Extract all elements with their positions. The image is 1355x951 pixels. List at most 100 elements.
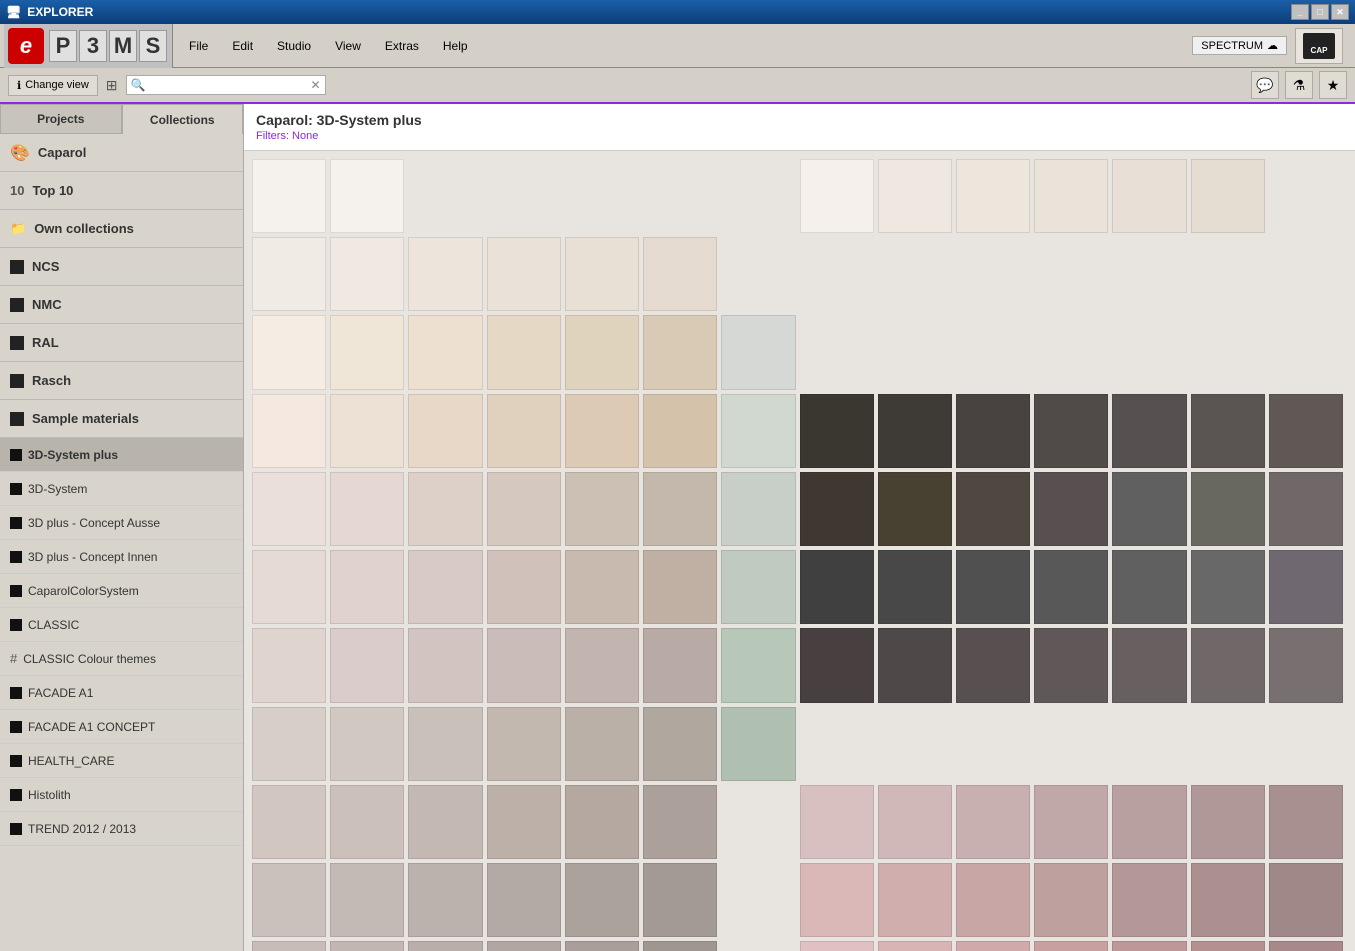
color-swatch[interactable] — [643, 941, 717, 951]
color-swatch[interactable] — [487, 159, 561, 233]
color-swatch[interactable] — [1269, 315, 1343, 389]
color-swatch[interactable] — [1112, 394, 1186, 468]
menu-extras[interactable]: Extras — [381, 37, 423, 55]
color-swatch[interactable] — [643, 785, 717, 859]
collection-item-3d-plus-innen[interactable]: 3D plus - Concept Innen — [0, 540, 243, 574]
color-swatch[interactable] — [487, 707, 561, 781]
color-swatch[interactable] — [252, 159, 326, 233]
color-swatch[interactable] — [878, 550, 952, 624]
color-swatch[interactable] — [956, 628, 1030, 702]
color-swatch[interactable] — [252, 863, 326, 937]
collection-item-classic-colour[interactable]: # CLASSIC Colour themes — [0, 642, 243, 676]
color-swatch[interactable] — [565, 863, 639, 937]
color-swatch[interactable] — [487, 394, 561, 468]
color-swatch[interactable] — [643, 550, 717, 624]
color-swatch[interactable] — [565, 707, 639, 781]
color-swatch[interactable] — [956, 785, 1030, 859]
color-swatch[interactable] — [956, 159, 1030, 233]
color-swatch[interactable] — [878, 159, 952, 233]
color-swatch[interactable] — [643, 472, 717, 546]
sidebar-item-own-collections[interactable]: 📁 Own collections — [0, 210, 243, 248]
color-swatch[interactable] — [1191, 941, 1265, 951]
color-swatch[interactable] — [565, 237, 639, 311]
color-swatch[interactable] — [565, 550, 639, 624]
collection-item-health-care[interactable]: HEALTH_CARE — [0, 744, 243, 778]
color-swatch[interactable] — [408, 628, 482, 702]
color-swatch[interactable] — [330, 628, 404, 702]
color-swatch[interactable] — [721, 628, 795, 702]
color-swatch[interactable] — [1269, 550, 1343, 624]
tab-projects[interactable]: Projects — [0, 104, 122, 134]
color-swatch[interactable] — [643, 707, 717, 781]
color-swatch[interactable] — [487, 628, 561, 702]
menu-edit[interactable]: Edit — [228, 37, 257, 55]
color-swatch[interactable] — [1112, 315, 1186, 389]
color-swatch[interactable] — [1269, 941, 1343, 951]
color-swatch[interactable] — [721, 550, 795, 624]
sidebar-item-sample[interactable]: Sample materials — [0, 400, 243, 438]
sidebar-item-rasch[interactable]: Rasch — [0, 362, 243, 400]
color-swatch[interactable] — [878, 628, 952, 702]
menu-view[interactable]: View — [331, 37, 365, 55]
collection-item-trend[interactable]: TREND 2012 / 2013 — [0, 812, 243, 846]
maximize-button[interactable]: □ — [1311, 4, 1329, 20]
color-swatch[interactable] — [721, 785, 795, 859]
color-swatch[interactable] — [252, 237, 326, 311]
color-swatch[interactable] — [1112, 707, 1186, 781]
color-swatch[interactable] — [1191, 394, 1265, 468]
color-swatch[interactable] — [956, 237, 1030, 311]
sidebar-item-nmc[interactable]: NMC — [0, 286, 243, 324]
menu-help[interactable]: Help — [439, 37, 472, 55]
color-swatch[interactable] — [1269, 159, 1343, 233]
color-swatch[interactable] — [252, 394, 326, 468]
color-swatch[interactable] — [408, 785, 482, 859]
color-swatch[interactable] — [487, 941, 561, 951]
collection-item-facade-a1[interactable]: FACADE A1 — [0, 676, 243, 710]
color-swatch[interactable] — [487, 237, 561, 311]
minimize-button[interactable]: _ — [1291, 4, 1309, 20]
color-swatch[interactable] — [721, 315, 795, 389]
color-swatch[interactable] — [800, 785, 874, 859]
color-swatch[interactable] — [408, 472, 482, 546]
color-swatch[interactable] — [1034, 628, 1108, 702]
color-swatch[interactable] — [800, 550, 874, 624]
color-swatch[interactable] — [487, 863, 561, 937]
color-swatch[interactable] — [878, 472, 952, 546]
color-swatch[interactable] — [878, 863, 952, 937]
color-swatch[interactable] — [800, 941, 874, 951]
color-swatch[interactable] — [408, 159, 482, 233]
color-swatch[interactable] — [487, 785, 561, 859]
color-swatch[interactable] — [1191, 707, 1265, 781]
color-swatch[interactable] — [878, 707, 952, 781]
menu-file[interactable]: File — [185, 37, 212, 55]
sidebar-item-ral[interactable]: RAL — [0, 324, 243, 362]
color-swatch[interactable] — [1112, 863, 1186, 937]
color-swatch[interactable] — [252, 628, 326, 702]
color-swatch[interactable] — [1191, 785, 1265, 859]
color-swatch[interactable] — [330, 315, 404, 389]
color-swatch[interactable] — [878, 237, 952, 311]
color-swatch[interactable] — [1112, 159, 1186, 233]
color-swatch[interactable] — [1112, 237, 1186, 311]
color-swatch[interactable] — [721, 237, 795, 311]
color-swatch[interactable] — [1112, 628, 1186, 702]
color-swatch[interactable] — [1034, 863, 1108, 937]
color-swatch[interactable] — [487, 550, 561, 624]
color-swatch[interactable] — [956, 472, 1030, 546]
color-swatch[interactable] — [252, 941, 326, 951]
color-swatch[interactable] — [1269, 785, 1343, 859]
change-view-button[interactable]: ℹ Change view — [8, 75, 98, 96]
collection-item-3d-system-plus[interactable]: 3D-System plus — [0, 438, 243, 472]
close-button[interactable]: ✕ — [1331, 4, 1349, 20]
color-swatch[interactable] — [330, 707, 404, 781]
color-swatch[interactable] — [1112, 941, 1186, 951]
color-swatch[interactable] — [1269, 472, 1343, 546]
color-swatch[interactable] — [800, 628, 874, 702]
collection-item-3d-plus-aussen[interactable]: 3D plus - Concept Ausse — [0, 506, 243, 540]
color-swatch[interactable] — [1191, 315, 1265, 389]
color-swatch[interactable] — [1034, 315, 1108, 389]
color-swatch[interactable] — [721, 941, 795, 951]
collection-item-histolith[interactable]: Histolith — [0, 778, 243, 812]
grid-icon[interactable]: ⊞ — [106, 77, 118, 94]
color-swatch[interactable] — [643, 863, 717, 937]
